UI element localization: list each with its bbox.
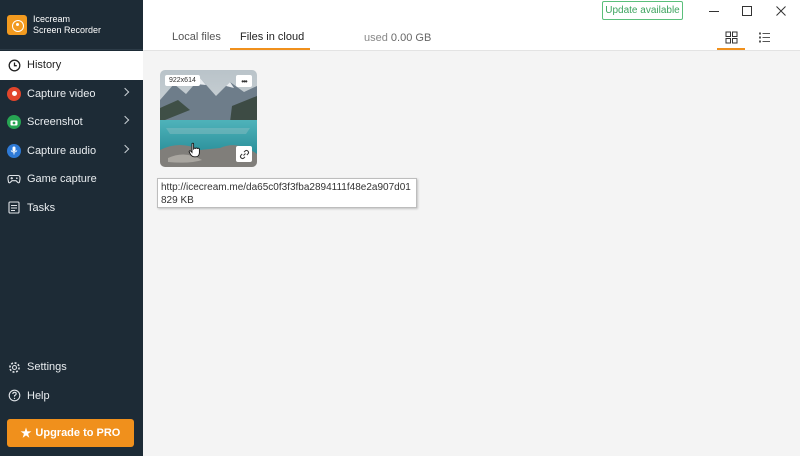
sidebar-item-label: History (27, 59, 62, 72)
sidebar-item-label: Tasks (27, 201, 56, 214)
sidebar-item-tasks[interactable]: Tasks (0, 194, 143, 223)
sidebar-item-label: Capture audio (27, 144, 97, 157)
storage-usage: used 0.00 GB (364, 32, 431, 44)
more-options-button[interactable]: ••• (236, 75, 252, 87)
tasks-icon (7, 201, 21, 215)
sidebar-item-label: Help (27, 389, 50, 402)
maximize-icon (742, 6, 752, 16)
microphone-icon (7, 143, 21, 158)
gear-icon (7, 360, 21, 374)
tab-files-in-cloud[interactable]: Files in cloud (240, 31, 304, 43)
app-name-line2: Screen Recorder (33, 24, 102, 35)
minimize-icon (709, 11, 719, 12)
sidebar-item-label: Screenshot (27, 116, 83, 129)
sidebar-item-settings[interactable]: Settings (0, 353, 143, 382)
sidebar: Icecream Screen Recorder History Capture… (0, 0, 143, 456)
tab-local-files[interactable]: Local files (172, 31, 221, 43)
list-view-button[interactable] (756, 29, 772, 45)
record-icon (7, 86, 21, 101)
camera-icon (7, 115, 21, 130)
storage-used-label: used (364, 32, 388, 44)
help-icon (7, 389, 21, 403)
grid-view-button[interactable] (723, 29, 739, 45)
update-available-button[interactable]: Update available (602, 1, 683, 20)
link-icon (239, 149, 249, 159)
clock-icon (7, 58, 21, 72)
sidebar-item-capture-video[interactable]: Capture video (0, 80, 143, 109)
sidebar-item-label: Game capture (27, 173, 97, 186)
grid-view-icon (725, 31, 737, 43)
chevron-right-icon (120, 115, 130, 125)
chevron-right-icon (120, 87, 130, 96)
file-url: http://icecream.me/da65c0f3f3fba2894111f… (161, 182, 411, 193)
active-tab-indicator (230, 48, 310, 50)
sidebar-item-capture-audio[interactable]: Capture audio (0, 137, 143, 166)
gamepad-icon (7, 172, 21, 186)
sidebar-item-label: Settings (27, 361, 67, 374)
star-icon: ★ (20, 426, 32, 440)
chevron-right-icon (120, 144, 130, 153)
upgrade-label: Upgrade to PRO (35, 427, 121, 439)
sidebar-item-help[interactable]: Help (0, 382, 143, 411)
file-thumbnail[interactable]: 922x614 ••• (160, 70, 257, 167)
upgrade-button[interactable]: ★ Upgrade to PRO (7, 419, 134, 447)
maximize-button[interactable] (740, 4, 754, 18)
sidebar-item-history[interactable]: History (0, 51, 143, 80)
image-dimensions-badge: 922x614 (165, 75, 200, 86)
storage-used-value: 0.00 GB (390, 32, 432, 44)
list-view-icon (758, 32, 770, 42)
sidebar-bottom-nav: Settings Help (0, 353, 143, 410)
active-view-indicator (717, 48, 745, 50)
more-icon: ••• (241, 76, 247, 86)
sidebar-nav: History Capture video Screenshot Capture… (0, 51, 143, 222)
close-button[interactable] (774, 4, 788, 18)
file-info-tooltip: http://icecream.me/da65c0f3f3fba2894111f… (157, 178, 417, 208)
close-icon (776, 6, 786, 16)
hand-cursor-icon (188, 142, 200, 158)
sidebar-item-screenshot[interactable]: Screenshot (0, 108, 143, 137)
top-bar: Local files Files in cloud used 0.00 GB … (143, 0, 800, 51)
app-name-line1: Icecream (33, 13, 71, 24)
file-size: 829 KB (161, 195, 194, 206)
minimize-button[interactable] (707, 4, 721, 18)
copy-link-button[interactable] (236, 146, 252, 162)
app-logo-icon (7, 14, 27, 35)
app-brand: Icecream Screen Recorder (0, 0, 143, 50)
sidebar-item-game-capture[interactable]: Game capture (0, 165, 143, 194)
sidebar-item-label: Capture video (27, 87, 96, 100)
